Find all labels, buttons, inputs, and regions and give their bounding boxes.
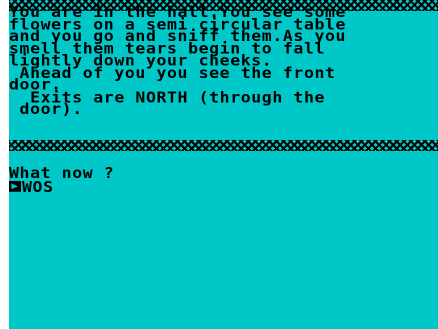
game-screen: You are in the hall.You see some flowers… [0, 0, 438, 329]
cursor-icon: ▶ [9, 181, 21, 192]
command-input-line[interactable]: ▶ WOS [9, 178, 54, 195]
command-text[interactable]: WOS [22, 178, 54, 195]
separator-border-pattern [9, 140, 438, 151]
room-description: You are in the hall.You see some flowers… [9, 3, 347, 118]
